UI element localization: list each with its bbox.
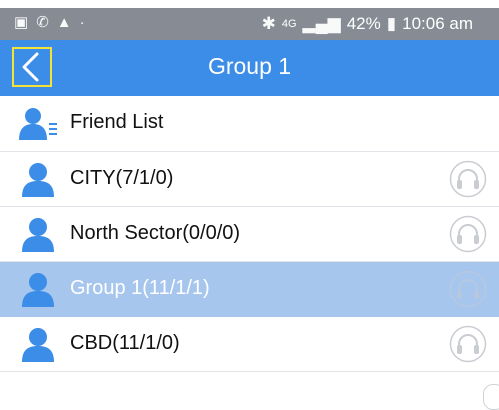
group-row-cbd[interactable]: CBD(11/1/0) (0, 317, 499, 372)
wifi-call-icon: ✆ (36, 14, 49, 31)
network-type: 4G (281, 18, 297, 30)
status-left-icons: ▣ ✆ ▲ · (14, 13, 85, 32)
group-row-group-1[interactable]: Group 1(11/1/1) (0, 262, 499, 317)
battery-icon: ▮ (386, 14, 397, 33)
bluetooth-icon: ✱ (261, 14, 276, 33)
top-strip (0, 0, 499, 8)
person-icon (22, 218, 54, 252)
group-label: North Sector(0/0/0) (70, 222, 241, 244)
group-list: Friend List CITY(7/1/0) North Sector(0/0… (0, 96, 499, 372)
group-row-city[interactable]: CITY(7/1/0) (0, 152, 499, 207)
group-label: Group 1(11/1/1) (70, 277, 210, 299)
warning-icon: ▲ (56, 13, 72, 31)
page-title: Group 1 (207, 53, 292, 79)
headset-icon[interactable] (449, 160, 487, 198)
floating-button-edge[interactable] (483, 384, 499, 410)
status-bar: ▣ ✆ ▲ · ✱ 4G ▂▄▆ 42% ▮ 10:06 am (0, 8, 499, 40)
app-bar: Group 1 (0, 40, 499, 96)
friend-list-label: Friend List (70, 111, 164, 133)
friend-list-icon (19, 108, 57, 140)
group-row-north-sector[interactable]: North Sector(0/0/0) (0, 207, 499, 262)
person-icon (22, 163, 54, 197)
group-label: CBD(11/1/0) (70, 332, 180, 354)
status-right: ✱ 4G ▂▄▆ 42% ▮ 10:06 am (262, 14, 473, 34)
image-icon: ▣ (14, 14, 29, 31)
battery-level: 42% (346, 14, 381, 33)
clock: 10:06 am (402, 14, 473, 33)
person-icon (22, 328, 54, 362)
person-icon (22, 273, 54, 307)
group-label: CITY(7/1/0) (70, 167, 174, 189)
headset-icon[interactable] (449, 325, 487, 363)
dot-icon: · (79, 13, 85, 31)
headset-icon[interactable] (449, 270, 487, 308)
signal-icon: ▂▄▆ (302, 14, 341, 33)
headset-icon[interactable] (449, 215, 487, 253)
friend-list-item[interactable]: Friend List (0, 96, 499, 152)
